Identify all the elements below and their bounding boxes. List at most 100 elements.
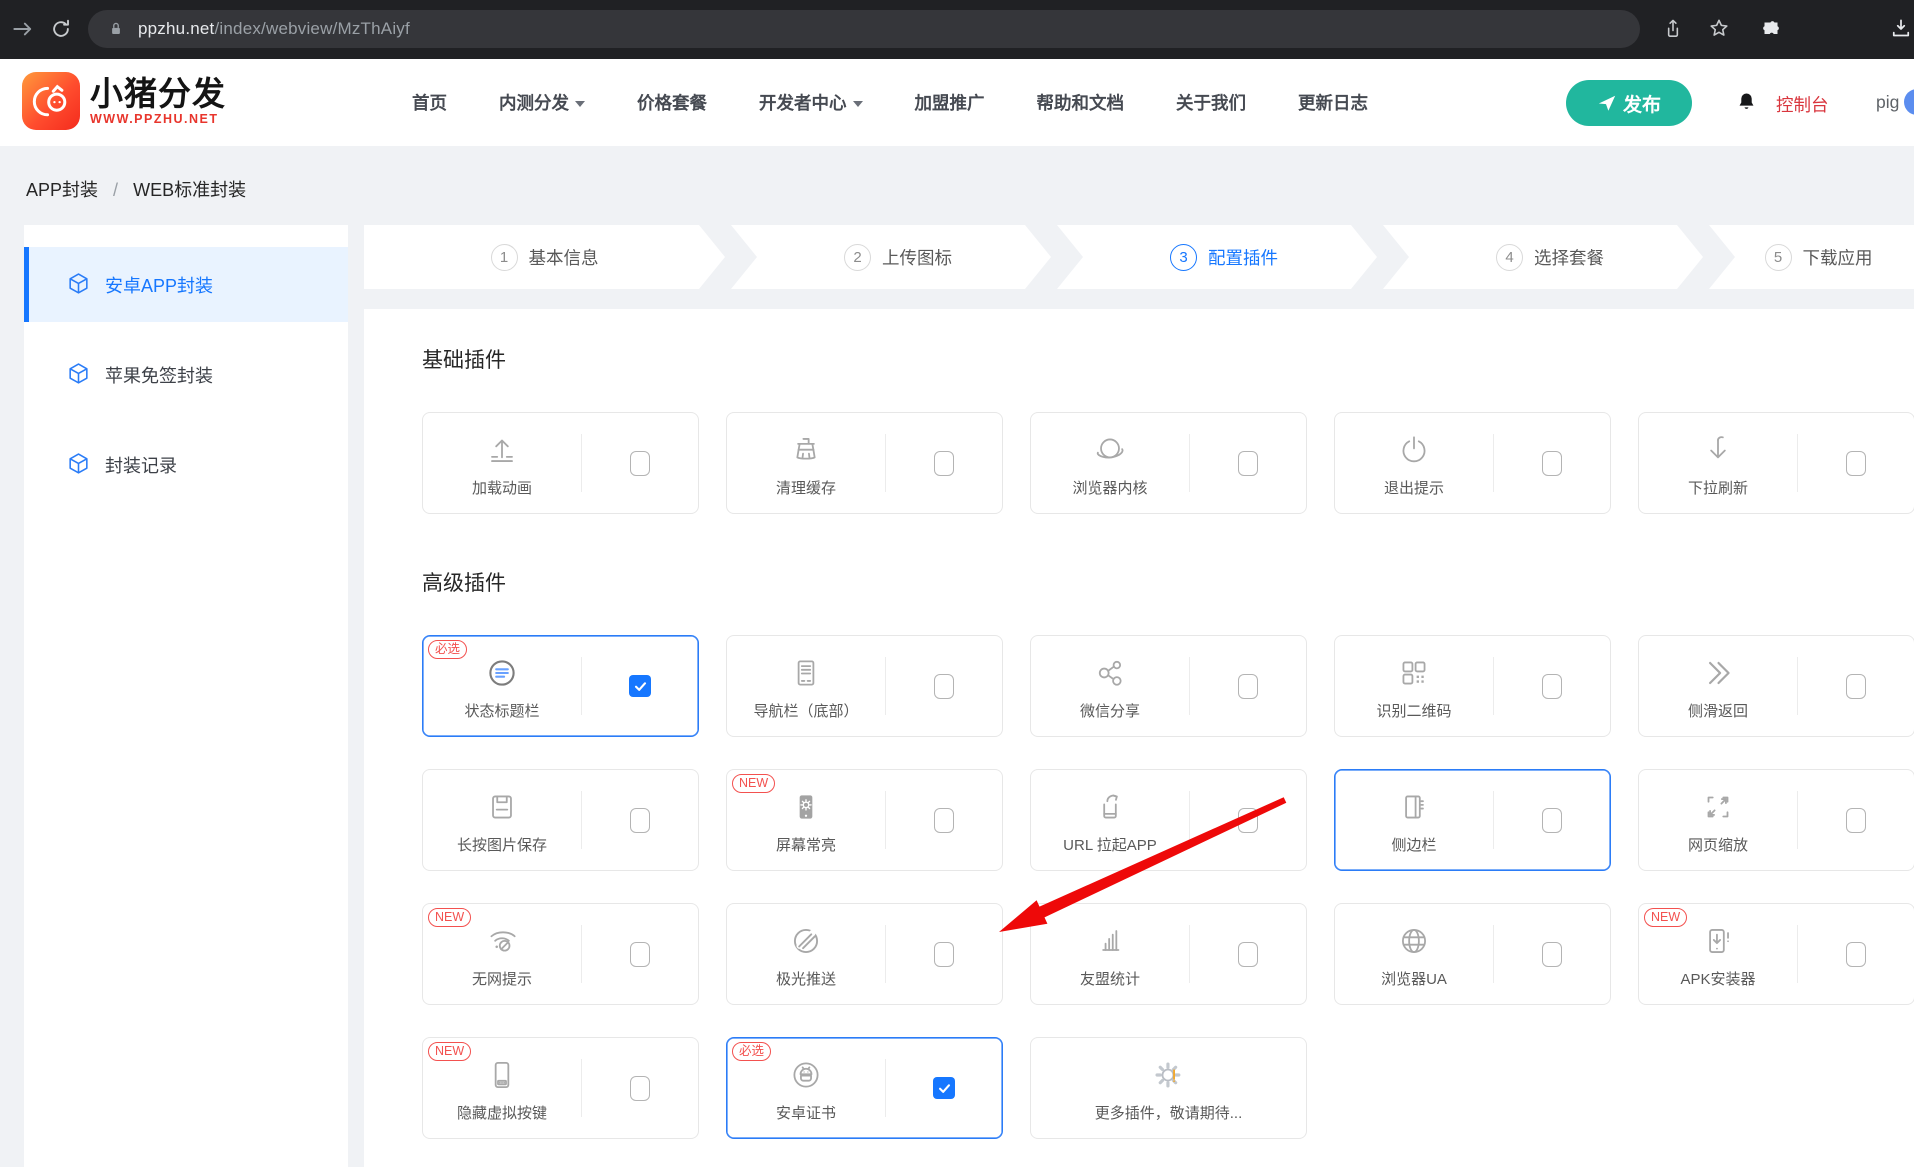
sidebar-item-1[interactable]: 安卓APP封装 xyxy=(24,247,348,322)
plugin-checkbox[interactable] xyxy=(1542,674,1562,699)
browser-ua-icon xyxy=(1395,920,1433,960)
nav-item-4[interactable]: 开发者中心 xyxy=(759,90,863,115)
android-cert-icon xyxy=(787,1054,825,1094)
plugin-checkbox[interactable] xyxy=(1238,942,1258,967)
plugin-card[interactable]: 浏览器UA xyxy=(1334,903,1611,1005)
plugin-card[interactable]: 识别二维码 xyxy=(1334,635,1611,737)
plugin-checkbox[interactable] xyxy=(1846,808,1866,833)
plugin-card[interactable]: 更多插件，敬请期待... xyxy=(1030,1037,1307,1139)
plugin-card[interactable]: URL 拉起APP xyxy=(1030,769,1307,871)
plugin-card[interactable]: 必选 安卓证书 xyxy=(726,1037,1003,1139)
plugin-checkbox[interactable] xyxy=(1238,674,1258,699)
plugin-card[interactable]: 友盟统计 xyxy=(1030,903,1307,1005)
chevron-down-icon xyxy=(575,101,585,107)
step-1[interactable]: 1基本信息 xyxy=(364,225,725,289)
plugin-card[interactable]: 必选 状态标题栏 xyxy=(422,635,699,737)
plugin-card[interactable]: 导航栏（底部） xyxy=(726,635,1003,737)
nav-item-7[interactable]: 关于我们 xyxy=(1176,90,1246,115)
cube-icon xyxy=(67,452,90,477)
nav-item-3[interactable]: 价格套餐 xyxy=(637,90,707,115)
extensions-icon[interactable] xyxy=(1758,16,1784,42)
page-zoom-icon xyxy=(1699,786,1737,826)
bookmark-star-icon[interactable] xyxy=(1706,16,1732,42)
umeng-stats-icon xyxy=(1091,920,1129,960)
hide-virtual-keys-icon xyxy=(483,1054,521,1094)
step-4[interactable]: 4选择套餐 xyxy=(1383,225,1703,289)
site-header: 小猪分发 WWW.PPZHU.NET 首页 内测分发 价格套餐 开发者中心 加盟推广 帮助… xyxy=(0,59,1914,146)
browser-kernel-icon xyxy=(1091,429,1129,469)
plugin-card[interactable]: NEW 屏幕常亮 xyxy=(726,769,1003,871)
nav-item-5[interactable]: 加盟推广 xyxy=(915,90,985,115)
breadcrumb-app-package[interactable]: APP封装 xyxy=(26,180,98,200)
plugin-card[interactable]: 极光推送 xyxy=(726,903,1003,1005)
plugin-checkbox[interactable] xyxy=(934,808,954,833)
plugin-checkbox[interactable] xyxy=(630,451,650,476)
plugin-checkbox[interactable] xyxy=(1846,942,1866,967)
username[interactable]: pig xyxy=(1876,92,1899,113)
step-3[interactable]: 3配置插件 xyxy=(1057,225,1377,289)
plugin-card[interactable]: 下拉刷新 xyxy=(1638,412,1914,514)
step-number: 2 xyxy=(844,244,871,271)
url-domain: ppzhu.net xyxy=(138,19,214,38)
avatar[interactable] xyxy=(1904,89,1914,115)
plugin-card[interactable]: 退出提示 xyxy=(1334,412,1611,514)
plugin-label: 浏览器UA xyxy=(1381,968,1447,989)
cube-icon xyxy=(67,272,90,297)
console-link[interactable]: 控制台 xyxy=(1776,92,1829,117)
plugin-label: 隐藏虚拟按键 xyxy=(457,1102,547,1123)
plugin-card[interactable]: 浏览器内核 xyxy=(1030,412,1307,514)
sidebar-item-2[interactable]: 苹果免签封装 xyxy=(24,337,348,412)
forward-icon[interactable] xyxy=(10,16,36,42)
nav-item-1[interactable]: 首页 xyxy=(412,90,447,115)
plugin-card[interactable]: 侧滑返回 xyxy=(1638,635,1914,737)
step-label: 上传图标 xyxy=(882,245,952,270)
plugin-checkbox[interactable] xyxy=(1542,942,1562,967)
nav-item-8[interactable]: 更新日志 xyxy=(1298,90,1368,115)
plugin-checkbox[interactable] xyxy=(630,808,650,833)
plugin-card[interactable]: 网页缩放 xyxy=(1638,769,1914,871)
clear-cache-icon xyxy=(787,429,825,469)
plugin-card[interactable]: 侧边栏 xyxy=(1334,769,1611,871)
logo[interactable]: 小猪分发 WWW.PPZHU.NET xyxy=(22,72,226,130)
plugin-checkbox[interactable] xyxy=(933,1077,955,1099)
nav-item-6[interactable]: 帮助和文档 xyxy=(1037,90,1125,115)
plugin-card[interactable]: 微信分享 xyxy=(1030,635,1307,737)
plugin-checkbox[interactable] xyxy=(1238,808,1258,833)
step-5[interactable]: 5下载应用 xyxy=(1709,225,1914,289)
plugin-checkbox[interactable] xyxy=(1542,451,1562,476)
step-label: 基本信息 xyxy=(529,245,599,270)
nav-item-2[interactable]: 内测分发 xyxy=(499,90,585,115)
plugin-checkbox[interactable] xyxy=(629,675,651,697)
plugin-checkbox[interactable] xyxy=(1846,451,1866,476)
breadcrumb-web-standard[interactable]: WEB标准封装 xyxy=(133,180,246,200)
lock-icon xyxy=(106,19,126,39)
plugin-checkbox[interactable] xyxy=(1542,808,1562,833)
no-network-icon xyxy=(483,920,521,960)
plugin-checkbox[interactable] xyxy=(934,451,954,476)
plugin-card[interactable]: NEW 隐藏虚拟按键 xyxy=(422,1037,699,1139)
bell-icon[interactable] xyxy=(1734,90,1759,115)
step-label: 选择套餐 xyxy=(1534,245,1604,270)
plugin-checkbox[interactable] xyxy=(630,942,650,967)
plugin-card[interactable]: 加载动画 xyxy=(422,412,699,514)
sidebar-item-label: 安卓APP封装 xyxy=(105,272,213,298)
plugin-card[interactable]: 清理缓存 xyxy=(726,412,1003,514)
step-label: 配置插件 xyxy=(1208,245,1278,270)
plugin-checkbox[interactable] xyxy=(1238,451,1258,476)
url-bar[interactable]: ppzhu.net/index/webview/MzThAiyf xyxy=(88,10,1640,48)
plugin-card[interactable]: 长按图片保存 xyxy=(422,769,699,871)
step-2[interactable]: 2 上传图标 xyxy=(731,225,1051,289)
downloads-icon[interactable] xyxy=(1888,16,1914,42)
publish-button[interactable]: 发布 xyxy=(1566,80,1692,126)
reload-icon[interactable] xyxy=(48,16,74,42)
plugin-checkbox[interactable] xyxy=(630,1076,650,1101)
plugin-label: 网页缩放 xyxy=(1688,834,1748,855)
plugin-checkbox[interactable] xyxy=(1846,674,1866,699)
share-icon[interactable] xyxy=(1660,16,1686,42)
plugin-checkbox[interactable] xyxy=(934,942,954,967)
pig-logo-icon xyxy=(22,72,80,130)
plugin-card[interactable]: NEW APK安装器 xyxy=(1638,903,1914,1005)
plugin-checkbox[interactable] xyxy=(934,674,954,699)
plugin-card[interactable]: NEW 无网提示 xyxy=(422,903,699,1005)
sidebar-item-3[interactable]: 封装记录 xyxy=(24,427,348,502)
